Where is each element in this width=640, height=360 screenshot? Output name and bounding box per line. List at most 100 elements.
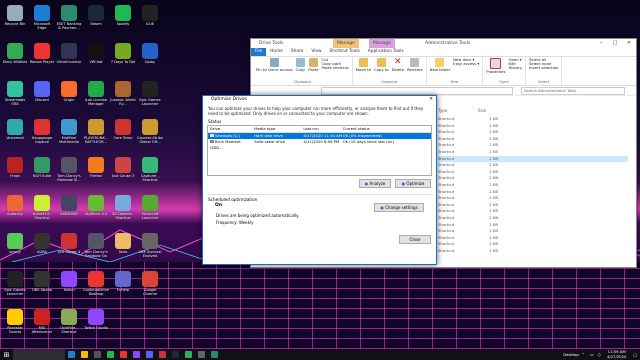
desktop-icon[interactable]: SkyBlock 2.0 bbox=[83, 194, 109, 224]
explorer-titlebar[interactable]: Drive Tools Manage Manage Administrative… bbox=[251, 39, 636, 48]
file-row[interactable]: Shortcut 2 KB bbox=[438, 208, 628, 215]
paste-button[interactable]: Paste bbox=[308, 58, 319, 72]
file-row[interactable]: Shortcut 2 KB bbox=[438, 162, 628, 169]
move-to-button[interactable]: Move to bbox=[356, 58, 371, 72]
file-row[interactable]: Shortcut 2 KB bbox=[438, 202, 628, 209]
taskbar-app[interactable] bbox=[65, 349, 78, 360]
file-row[interactable]: Shortcut 2 KB bbox=[438, 149, 628, 156]
rename-button[interactable]: Rename bbox=[407, 58, 423, 72]
file-row[interactable]: Shortcut 2 KB bbox=[438, 228, 628, 235]
network-icon[interactable]: ▭ bbox=[590, 352, 594, 357]
file-row[interactable]: Shortcut 2 KB bbox=[438, 136, 628, 143]
desktop-icon[interactable]: 3D Objects - Shortcut bbox=[110, 194, 136, 224]
dialog-titlebar[interactable]: Optimize Drives ✕ bbox=[203, 96, 436, 104]
paste-shortcut-button[interactable]: Paste shortcut bbox=[322, 66, 349, 70]
close-dialog-button[interactable]: Close bbox=[399, 235, 431, 244]
desktop-icon[interactable]: iLok License Manager bbox=[83, 80, 109, 110]
desktop-icon[interactable]: iCUE bbox=[137, 4, 163, 34]
maximize-button[interactable]: □ bbox=[608, 39, 622, 48]
tab-file[interactable]: File bbox=[251, 48, 267, 56]
taskbar-app[interactable] bbox=[78, 349, 91, 360]
desktop-icon[interactable]: #40e454 - Shortcut bbox=[29, 194, 55, 224]
file-row[interactable]: Shortcut 2 KB bbox=[438, 142, 628, 149]
desktop-icon[interactable]: Epic Games Launcher bbox=[2, 270, 28, 300]
taskbar-app[interactable] bbox=[195, 349, 208, 360]
volume-icon[interactable]: ♫ bbox=[598, 352, 601, 357]
desktop-icon[interactable]: Jurassic World Ev... bbox=[110, 80, 136, 110]
desktop-icon[interactable]: Spotify bbox=[110, 4, 136, 34]
properties-button[interactable]: Properties bbox=[486, 58, 505, 74]
pin-quick-access-button[interactable]: Pin to Quick access bbox=[256, 58, 293, 72]
copy-to-button[interactable]: Copy to bbox=[374, 58, 389, 72]
invert-selection-button[interactable]: Invert selection bbox=[529, 66, 558, 70]
manage-drive-tab[interactable]: Manage bbox=[333, 39, 359, 48]
minimize-button[interactable]: – bbox=[594, 39, 608, 48]
file-row[interactable]: Shortcut 2 KB bbox=[438, 241, 628, 248]
file-row[interactable]: Shortcut 2 KB bbox=[438, 123, 628, 130]
file-row[interactable]: Shortcut 2 KB bbox=[438, 175, 628, 182]
desktop-icon[interactable]: OptiFine - Shortcut bbox=[56, 308, 82, 338]
file-row[interactable]: Shortcut 2 KB bbox=[438, 189, 628, 196]
taskbar-app[interactable] bbox=[117, 349, 130, 360]
desktop-icon[interactable]: Google Chrome bbox=[137, 270, 163, 300]
desktop-icon[interactable]: MSI Afterburner bbox=[29, 308, 55, 338]
desktop-icon[interactable]: OBS Studio bbox=[29, 270, 55, 300]
history-button[interactable]: History bbox=[508, 66, 522, 70]
delete-button[interactable]: ✕ Delete bbox=[392, 58, 404, 72]
close-button[interactable]: ✕ bbox=[622, 39, 636, 48]
taskbar-app[interactable] bbox=[169, 349, 182, 360]
tray-arrow-icon[interactable]: ⌃ bbox=[582, 352, 585, 357]
desktop-icon[interactable]: Microsoft Edge bbox=[29, 4, 55, 34]
taskbar-app[interactable] bbox=[143, 349, 156, 360]
optimize-drives-dialog[interactable]: Optimize Drives ✕ You can optimize your … bbox=[202, 95, 437, 265]
desktop-icon[interactable]: Steam bbox=[83, 4, 109, 34]
tab-view[interactable]: View bbox=[307, 48, 325, 56]
desktop-icon[interactable]: Fraps bbox=[2, 156, 28, 186]
tray-desktop-label[interactable]: Desktop bbox=[563, 352, 579, 357]
desktop-icon[interactable]: Discord bbox=[29, 80, 55, 110]
tab-shortcut-tools[interactable]: Shortcut Tools bbox=[326, 48, 364, 56]
file-row[interactable]: Shortcut 2 KB bbox=[438, 169, 628, 176]
taskbar-app[interactable] bbox=[130, 349, 143, 360]
optimize-button[interactable]: ● Optimize bbox=[395, 179, 431, 188]
easy-access-button[interactable]: Easy access ▾ bbox=[453, 62, 479, 66]
col-last-run[interactable]: Last run bbox=[303, 126, 342, 132]
desktop-icon[interactable]: Origin bbox=[56, 80, 82, 110]
desktop-icon[interactable]: Rockstar Games Launcher bbox=[2, 308, 28, 338]
desktop-icon[interactable]: Twitch Studio bbox=[83, 308, 109, 338]
clock[interactable]: 11:59 AM 4/27/2020 bbox=[603, 350, 630, 359]
col-current-status[interactable]: Current status bbox=[343, 126, 431, 132]
desktop-icon[interactable]: Capturer - Shortcut bbox=[137, 156, 163, 186]
copy-button[interactable]: Copy bbox=[296, 58, 305, 72]
taskbar-app[interactable] bbox=[208, 349, 221, 360]
desktop-icon[interactable]: Just Cause 4 bbox=[56, 232, 82, 262]
desktop-icon[interactable]: Tom Clancy's Rainbow Si... bbox=[56, 156, 82, 186]
file-row[interactable]: Shortcut 2 KB bbox=[438, 222, 628, 229]
desktop-icon[interactable]: FxHelp bbox=[110, 270, 136, 300]
dialog-close-icon[interactable]: ✕ bbox=[429, 96, 433, 104]
tab-share[interactable]: Share bbox=[287, 48, 307, 56]
desktop-icon[interactable]: 7 Days To Die bbox=[110, 42, 136, 72]
file-row[interactable]: Shortcut 2 KB bbox=[438, 129, 628, 136]
tab-home[interactable]: Home bbox=[266, 48, 287, 56]
desktop-icon[interactable]: ESET Banking & Paymen... bbox=[56, 4, 82, 34]
desktop-icon[interactable]: Tom Clancy's Rainbow Six bbox=[83, 232, 109, 262]
desktop-icon[interactable]: Epic Games Launcher bbox=[137, 80, 163, 110]
address-bar[interactable] bbox=[321, 86, 513, 95]
notification-icon[interactable]: □ bbox=[633, 352, 637, 357]
desktop-icon[interactable]: Firefox bbox=[83, 156, 109, 186]
col-drive[interactable]: Drive bbox=[208, 126, 254, 132]
search-input[interactable]: Search Administrative Tools bbox=[521, 86, 625, 95]
desktop-icon[interactable]: Tools bbox=[110, 232, 136, 262]
drive-row[interactable]: Bruh Moment (SSD... Solid state drive 4/… bbox=[208, 139, 431, 150]
file-row[interactable]: Shortcut 2 KB bbox=[438, 182, 628, 189]
taskbar-app[interactable] bbox=[156, 349, 169, 360]
desktop-icon[interactable]: Recycle Bin bbox=[2, 4, 28, 34]
file-row[interactable]: Shortcut 2 KB bbox=[438, 195, 628, 202]
desktop-icon[interactable]: ASRM00B bbox=[56, 194, 82, 224]
file-row[interactable]: Shortcut 2 KB bbox=[438, 215, 628, 222]
desktop-icon[interactable]: ARK Survival Evolved bbox=[137, 232, 163, 262]
file-row[interactable]: Shortcut 2 KB bbox=[438, 248, 628, 255]
taskbar-app[interactable] bbox=[182, 349, 195, 360]
tab-application-tools[interactable]: Application Tools bbox=[364, 48, 408, 56]
